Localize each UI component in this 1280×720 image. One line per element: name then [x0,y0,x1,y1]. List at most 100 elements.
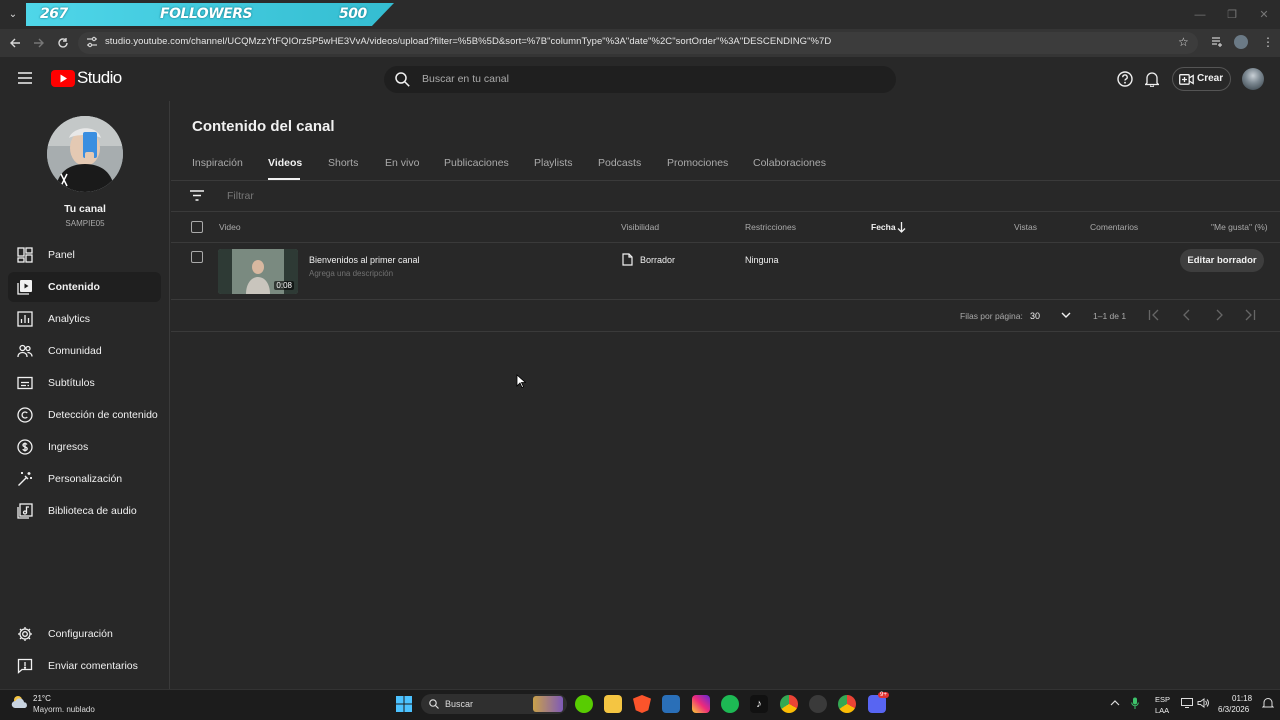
rows-per-page-select[interactable]: 30 [1030,307,1075,325]
weather-cloud-icon[interactable] [10,694,30,710]
video-thumbnail[interactable]: 0:08 [218,249,298,294]
tiktok-icon[interactable]: ♪ [750,695,768,713]
weather-desc: Mayorm. nublado [33,705,95,714]
file-explorer-icon[interactable] [604,695,622,713]
account-avatar[interactable] [1242,68,1264,90]
language-bottom[interactable]: LAA [1155,706,1169,715]
spotify-icon[interactable] [721,695,739,713]
profile-avatar-icon[interactable] [1234,35,1248,49]
chrome-icon[interactable] [780,695,798,713]
edit-draft-button[interactable]: Editar borrador [1180,249,1264,272]
sidebar-item-personalizacion[interactable]: Personalización [8,464,161,494]
clock-date[interactable]: 6/3/2026 [1218,705,1249,714]
video-title[interactable]: Bienvenidos al primer canal [309,255,420,265]
brave-browser-icon[interactable] [633,695,651,713]
sidebar-item-panel[interactable]: Panel [8,240,161,270]
sidebar-item-contenido[interactable]: Contenido [8,272,161,302]
tab-videos[interactable]: Videos [268,157,302,169]
sidebar-item-configuracion[interactable]: Configuración [8,619,161,649]
column-date[interactable]: Fecha [871,222,896,232]
sidebar-item-comunidad[interactable]: Comunidad [8,336,161,366]
duolingo-icon[interactable] [575,695,593,713]
clock-time[interactable]: 01:18 [1232,694,1252,703]
microphone-icon[interactable] [1131,697,1139,710]
search-input[interactable]: Buscar en tu canal [422,73,509,85]
forward-icon[interactable] [31,35,47,51]
notification-center-icon[interactable] [1262,697,1274,709]
instagram-icon[interactable] [692,695,710,713]
reading-list-icon[interactable] [1211,36,1223,48]
sidebar-item-ingresos[interactable]: Ingresos [8,432,161,462]
bookmark-star-icon[interactable]: ☆ [1178,36,1190,48]
draft-document-icon [622,253,633,266]
tab-inspiracion[interactable]: Inspiración [192,157,243,169]
sort-down-arrow-icon[interactable] [897,222,906,233]
column-comments[interactable]: Comentarios [1090,222,1138,232]
weather-temp: 21°C [33,694,51,703]
tab-en-vivo[interactable]: En vivo [385,157,419,169]
search-icon[interactable] [395,72,410,87]
filter-icon[interactable] [190,190,204,201]
sidebar-item-label: Personalización [48,473,123,485]
site-info-icon[interactable] [86,36,98,48]
network-icon[interactable] [1181,698,1193,708]
browser-tab[interactable]: 267 FOLLOWERS 500 [26,3,394,26]
sidebar-item-label: Ingresos [48,441,89,453]
close-icon[interactable]: ✕ [1248,0,1280,29]
language-top[interactable]: ESP [1155,695,1170,704]
video-duration: 0:08 [274,281,294,290]
reload-icon[interactable] [55,35,71,51]
video-description: Agrega una descripción [309,269,394,278]
column-restrictions[interactable]: Restricciones [745,222,796,232]
photos-app-icon[interactable] [662,695,680,713]
tab-publicaciones[interactable]: Publicaciones [444,157,509,169]
restore-icon[interactable]: ❐ [1216,0,1248,29]
pagination-divider [171,331,1280,332]
sidebar-item-subtitulos[interactable]: Subtítulos [8,368,161,398]
windows-start-icon[interactable] [396,696,412,712]
select-all-checkbox[interactable] [191,221,203,233]
next-page-icon[interactable] [1213,309,1225,321]
sidebar-item-deteccion[interactable]: Detección de contenido [8,400,161,430]
url-text[interactable]: studio.youtube.com/channel/UCQMzzYtFQIOr… [105,36,831,47]
sidebar-item-analytics[interactable]: Analytics [8,304,161,334]
row-checkbox[interactable] [191,251,203,263]
create-button[interactable]: Crear [1172,67,1231,91]
analytics-icon [17,311,33,327]
previous-page-icon[interactable] [1181,309,1193,321]
chrome-profile-icon[interactable] [838,695,856,713]
column-likes[interactable]: "Me gusta" (%) [1211,222,1268,232]
studio-logo-text[interactable]: Studio [77,68,122,88]
channel-avatar[interactable] [47,116,123,192]
create-button-label: Crear [1197,73,1224,84]
tab-colaboraciones[interactable]: Colaboraciones [753,157,826,169]
back-icon[interactable] [7,35,23,51]
tab-promociones[interactable]: Promociones [667,157,728,169]
bell-icon[interactable] [1145,71,1159,87]
sidebar-item-biblioteca[interactable]: Biblioteca de audio [8,496,161,526]
first-page-icon[interactable] [1148,309,1160,321]
filter-input[interactable]: Filtrar [227,190,254,202]
more-menu-icon[interactable]: ⋮ [1262,35,1274,49]
obs-icon[interactable] [809,695,827,713]
volume-icon[interactable] [1197,698,1209,708]
youtube-logo-icon[interactable] [51,70,75,87]
column-views[interactable]: Vistas [1014,222,1037,232]
sidebar-item-label: Panel [48,249,75,261]
subtitles-icon [17,375,33,391]
dashboard-icon [17,247,33,263]
menu-icon[interactable] [18,72,32,84]
taskbar-search[interactable]: Buscar [421,694,567,714]
chevron-up-icon[interactable] [1110,699,1120,707]
tab-search-icon[interactable]: ⌄ [5,5,21,23]
search-highlight-icon [533,696,563,712]
last-page-icon[interactable] [1244,309,1256,321]
tab-shorts[interactable]: Shorts [328,157,358,169]
help-icon[interactable] [1117,71,1133,87]
sidebar-item-enviar-comentarios[interactable]: Enviar comentarios [8,651,161,681]
tab-podcasts[interactable]: Podcasts [598,157,641,169]
minimize-icon[interactable]: — [1184,0,1216,29]
tab-playlists[interactable]: Playlists [534,157,573,169]
column-visibility[interactable]: Visibilidad [621,222,659,232]
row-divider [171,299,1280,300]
